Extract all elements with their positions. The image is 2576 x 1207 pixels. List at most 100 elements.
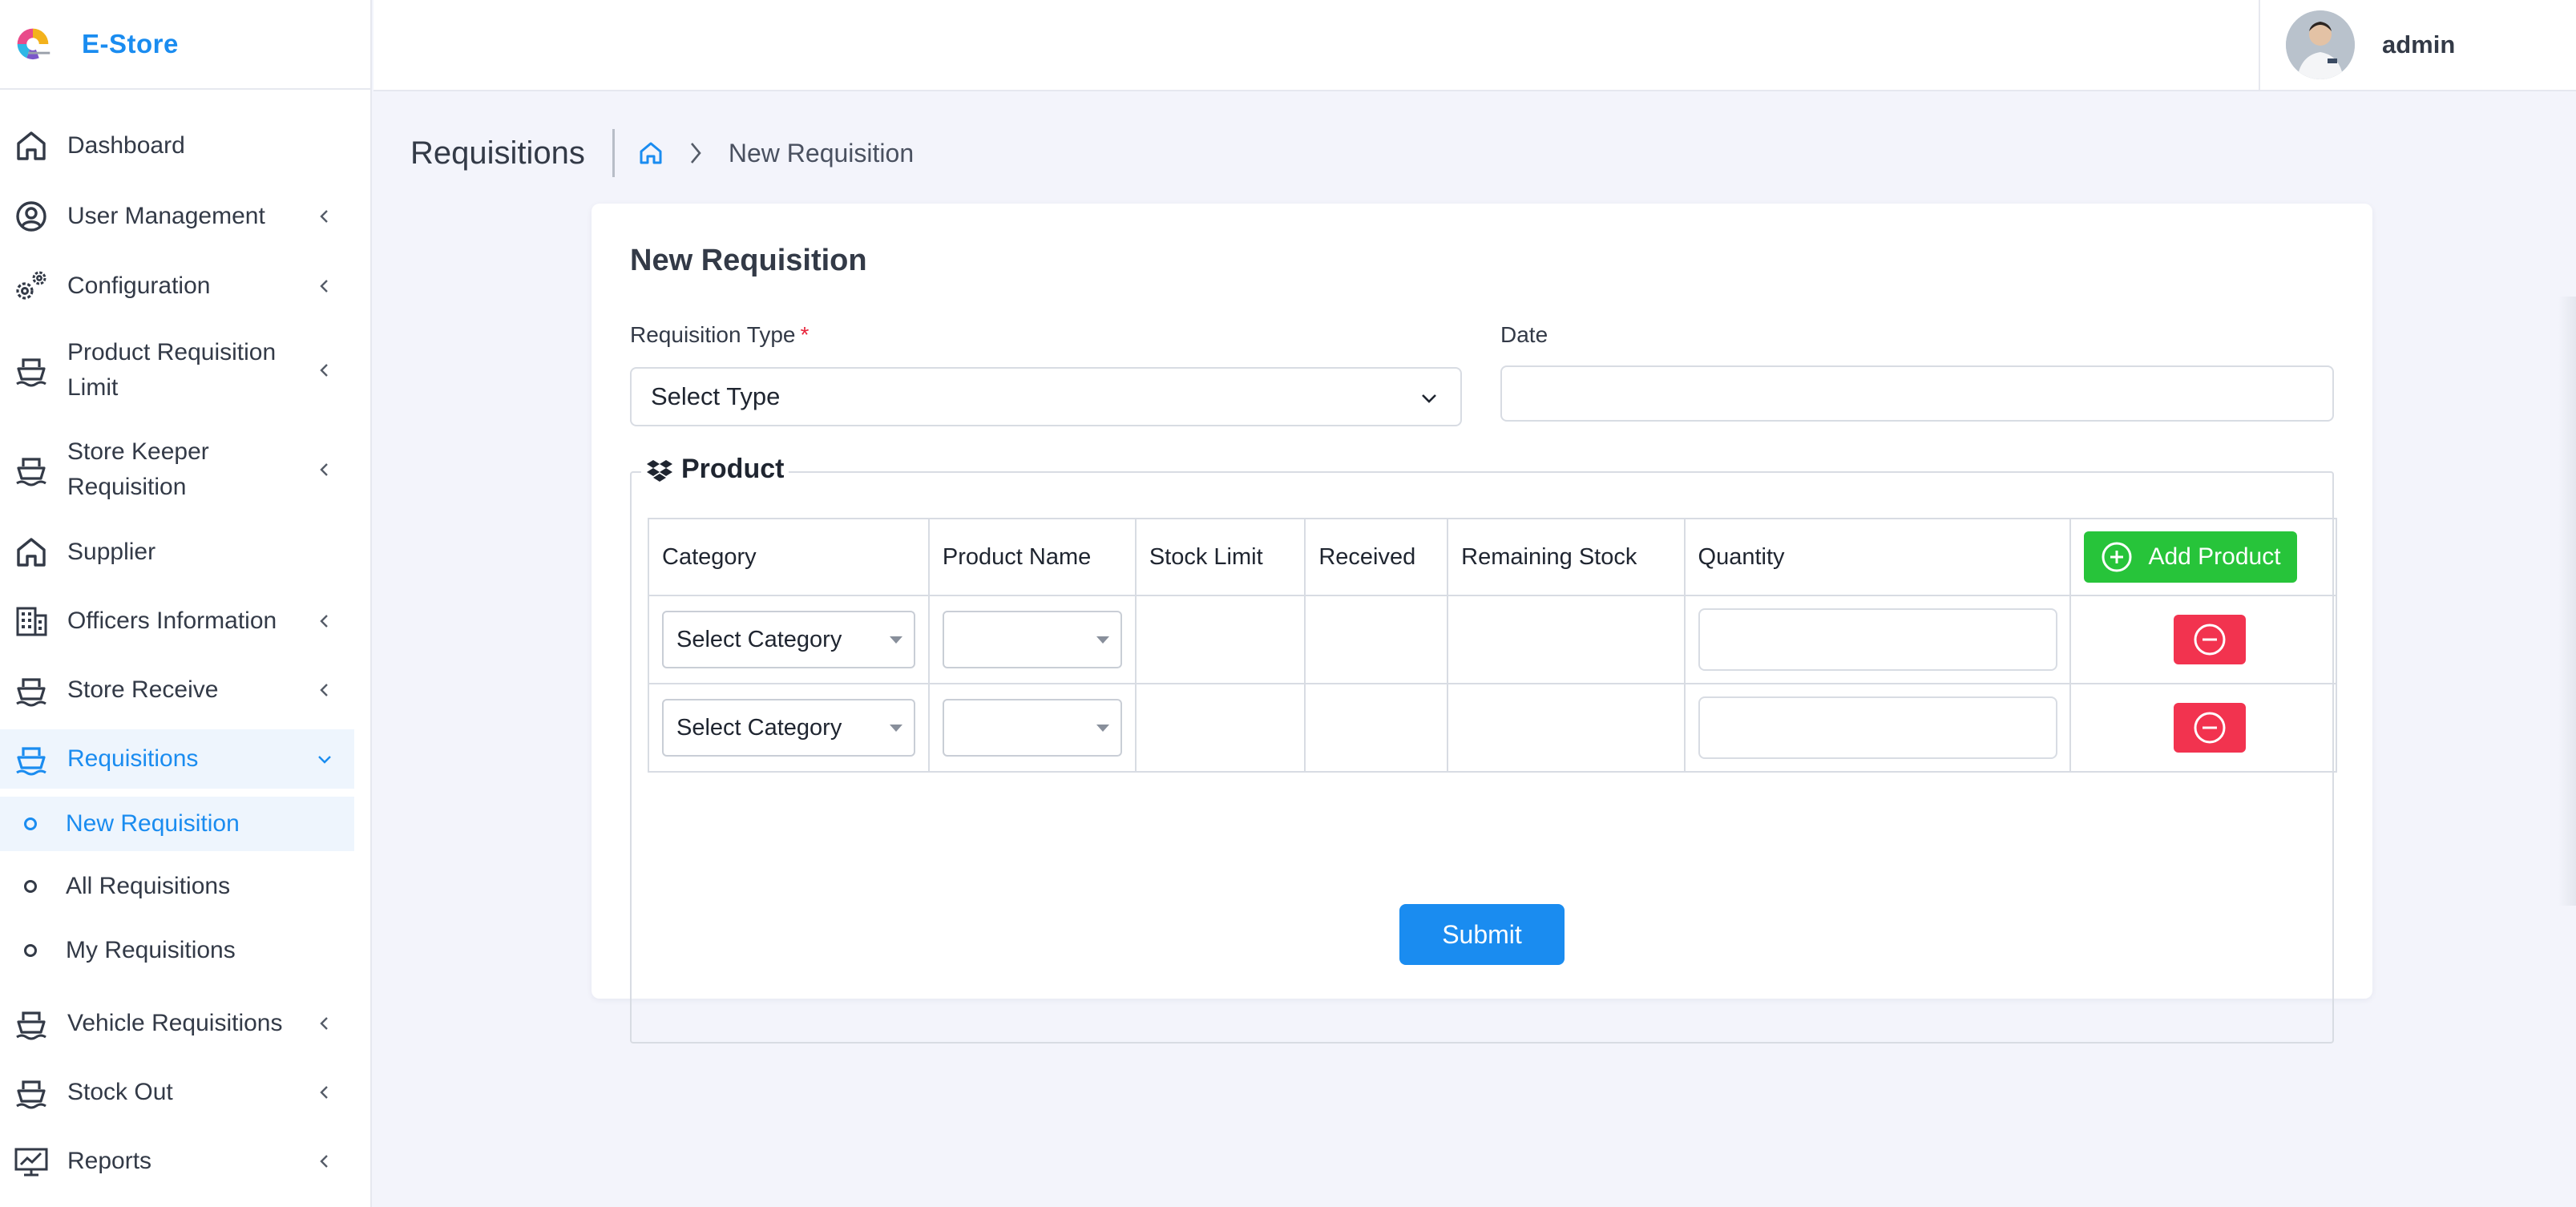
circle-bullet-icon (24, 944, 37, 957)
stock-limit-cell (1134, 683, 1306, 773)
requisition-type-select[interactable]: Select Type (630, 367, 1462, 426)
sidebar-item-stock-out[interactable]: Stock Out (0, 1058, 354, 1127)
ship-icon (16, 358, 46, 387)
sidebar-item-dashboard[interactable]: Dashboard (0, 111, 354, 181)
remove-row-button[interactable] (2174, 703, 2247, 753)
page-edge-shadow (2558, 297, 2576, 906)
breadcrumb-current: New Requisition (728, 138, 915, 168)
caret-down-icon (890, 636, 902, 644)
brand[interactable]: E-Store (0, 0, 370, 90)
action-cell (2069, 683, 2337, 773)
chevron-down-icon (1422, 394, 1436, 403)
chevron-left-icon (320, 615, 328, 628)
category-select[interactable]: Select Category (662, 611, 915, 668)
submit-button[interactable]: Submit (1399, 904, 1565, 965)
category-select-value: Select Category (676, 626, 842, 652)
sidebar-item-officers-information[interactable]: Officers Information (0, 587, 354, 656)
sidebar-subitem-new-requisition[interactable]: New Requisition (0, 797, 354, 851)
ship-icon (16, 1011, 46, 1040)
sidebar-item-supplier[interactable]: Supplier (0, 519, 354, 585)
caret-down-icon (890, 725, 902, 732)
required-mark: * (800, 322, 810, 347)
quantity-cell (1683, 683, 2072, 773)
table-row: Select Category (648, 595, 2337, 684)
date-input[interactable] (1500, 365, 2334, 422)
received-cell (1304, 595, 1449, 684)
chevron-left-icon (320, 364, 328, 377)
sidebar-item-label: Supplier (67, 539, 156, 565)
breadcrumb-home-icon[interactable] (637, 139, 664, 167)
remove-row-button[interactable] (2174, 615, 2247, 664)
caret-down-icon (1096, 725, 1109, 732)
column-header-remaining-stock: Remaining Stock (1447, 518, 1686, 596)
column-header-actions: Add Product (2069, 518, 2337, 596)
avatar (2286, 10, 2355, 79)
sidebar-item-configuration[interactable]: Configuration (0, 252, 354, 321)
requisition-type-value: Select Type (651, 382, 781, 410)
date-label: Date (1500, 322, 1548, 347)
column-header-quantity: Quantity (1683, 518, 2072, 596)
product-name-cell (927, 595, 1137, 684)
sidebar-item-label: Requisitions (67, 745, 199, 772)
home-icon (17, 538, 46, 567)
received-cell (1304, 683, 1449, 773)
sidebar-subitem-label: All Requisitions (66, 873, 231, 899)
product-name-cell (927, 683, 1137, 773)
sidebar-item-label: Configuration (67, 272, 211, 299)
sidebar-item-reports[interactable]: Reports (0, 1127, 354, 1196)
sidebar-subitem-all-requisitions[interactable]: All Requisitions (0, 859, 354, 914)
add-product-label: Add Product (2148, 543, 2281, 570)
sidebar-item-store-receive[interactable]: Store Receive (0, 656, 354, 725)
requisition-type-label-text: Requisition Type (630, 322, 796, 347)
table-header-row: Category Product Name Stock Limit Receiv… (648, 518, 2337, 596)
quantity-input[interactable] (1698, 608, 2057, 671)
column-header-product-name: Product Name (927, 518, 1137, 596)
sidebar-item-label: User Management (67, 203, 265, 229)
sidebar-item-label: Officers Information (67, 608, 277, 634)
sidebar-item-label: Product Requisition Limit (67, 339, 277, 401)
category-select[interactable]: Select Category (662, 699, 915, 757)
user-menu[interactable]: admin (2259, 0, 2526, 90)
sidebar-subitem-my-requisitions[interactable]: My Requisitions (0, 923, 354, 978)
divider (612, 129, 615, 177)
sidebar-item-store-keeper-requisition[interactable]: Store Keeper Requisition (0, 420, 354, 519)
home-icon (17, 131, 46, 160)
remaining-stock-cell (1447, 595, 1686, 684)
product-name-select[interactable] (942, 611, 1122, 668)
product-table: Category Product Name Stock Limit Receiv… (648, 518, 2337, 773)
card-title: New Requisition (630, 244, 867, 277)
sidebar-item-label: Dashboard (67, 132, 185, 159)
monitor-chart-icon (14, 1148, 48, 1177)
sidebar-item-user-management[interactable]: User Management (0, 181, 354, 252)
chevron-down-icon (318, 756, 331, 764)
chevron-left-icon (320, 1155, 328, 1168)
sidebar-item-label: Store Receive (67, 676, 219, 703)
quantity-input[interactable] (1698, 696, 2057, 759)
category-select-value: Select Category (676, 714, 842, 741)
remaining-stock-cell (1447, 683, 1686, 773)
category-cell: Select Category (648, 683, 930, 773)
chevron-left-icon (320, 684, 328, 696)
gears-icon (16, 271, 46, 300)
chevron-left-icon (320, 210, 328, 223)
category-cell: Select Category (648, 595, 930, 684)
product-name-select[interactable] (942, 699, 1122, 757)
add-product-button[interactable]: Add Product (2084, 531, 2297, 583)
sidebar: E-Store Dashboard User Management Config… (0, 0, 372, 1207)
dropbox-icon (647, 459, 672, 482)
circle-bullet-icon (24, 880, 37, 893)
sidebar-item-vehicle-requisitions[interactable]: Vehicle Requisitions (0, 989, 354, 1058)
column-header-stock-limit: Stock Limit (1134, 518, 1306, 596)
sidebar-item-product-requisition-limit[interactable]: Product Requisition Limit (0, 321, 354, 420)
ship-icon (16, 678, 46, 707)
user-name: admin (2382, 30, 2456, 59)
quantity-cell (1683, 595, 2072, 684)
caret-down-icon (1096, 636, 1109, 644)
action-cell (2069, 595, 2337, 684)
ship-icon (16, 747, 46, 776)
page-header: Requisitions New Requisition (410, 127, 914, 180)
requisition-type-label: Requisition Type * (630, 322, 809, 348)
product-legend-text: Product (681, 454, 785, 484)
sidebar-item-requisitions[interactable]: Requisitions (0, 729, 354, 789)
sidebar-item-label: Stock Out (67, 1079, 173, 1105)
